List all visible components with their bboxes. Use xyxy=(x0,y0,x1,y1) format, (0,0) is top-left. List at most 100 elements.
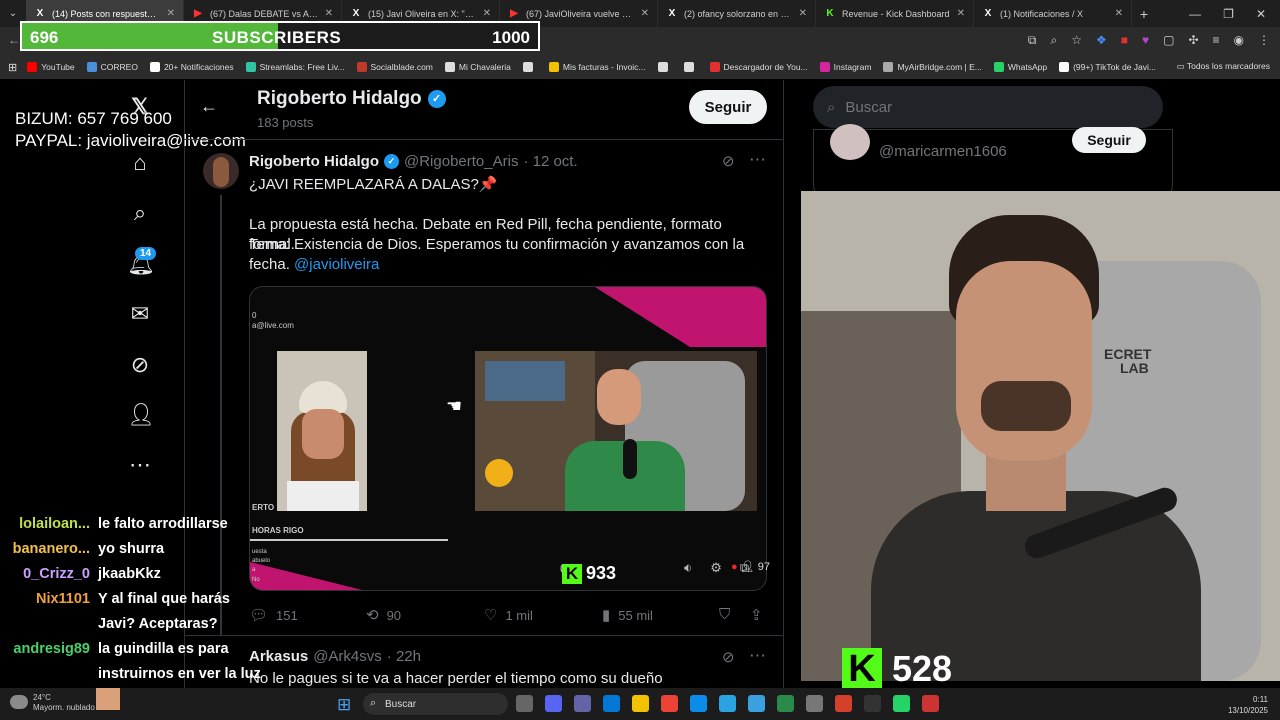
whatsapp-icon[interactable] xyxy=(893,695,910,712)
bookmark-item[interactable] xyxy=(683,62,698,72)
profile-person-icon[interactable]: 👤︎ xyxy=(127,402,155,428)
zoom-icon[interactable]: ⌕ xyxy=(1050,33,1057,48)
menu-icon[interactable]: ⋮ xyxy=(1258,33,1270,48)
like-button[interactable]: ♡ 1 mil xyxy=(484,606,533,624)
more-circle-icon[interactable]: ⋯ xyxy=(127,452,153,478)
grok-icon[interactable]: ⊘ xyxy=(722,648,735,666)
follow-button[interactable]: Seguir xyxy=(689,90,767,124)
ext-heart-icon[interactable]: ♥ xyxy=(1142,33,1149,48)
puzzle-icon[interactable]: ✣ xyxy=(1188,33,1198,48)
task-view-icon[interactable] xyxy=(516,695,533,712)
app-icon[interactable] xyxy=(835,695,852,712)
bookmark-item[interactable]: YouTube xyxy=(27,62,75,72)
maximize-icon[interactable]: ❐ xyxy=(1223,7,1234,21)
windows-start-icon[interactable]: ⊞ xyxy=(337,695,351,715)
volume-icon[interactable]: 🔉︎ xyxy=(684,560,692,576)
outlook-icon[interactable] xyxy=(603,695,620,712)
search-nav-icon[interactable]: ⌕ xyxy=(127,200,153,226)
discord-icon[interactable] xyxy=(545,695,562,712)
youtube-ext-icon[interactable]: ■ xyxy=(1121,33,1128,48)
repost-button[interactable]: ⟲ 90 xyxy=(366,606,401,624)
system-clock[interactable]: 0:11 13/10/2025 xyxy=(1228,694,1268,716)
browser-tab[interactable]: X (2) ofancy solorzano en X: "Gui ✕ xyxy=(658,0,816,27)
chat-username[interactable]: Nix1101 xyxy=(0,587,90,612)
weather-widget[interactable]: 24°C Mayorm. nublado xyxy=(33,693,95,713)
tab-close-icon[interactable]: ✕ xyxy=(325,8,333,19)
bookmark-item[interactable]: Mis facturas - Invoic... xyxy=(548,62,646,72)
all-bookmarks-folder[interactable]: ▭ Todos los marcadores xyxy=(1177,61,1270,72)
chat-username[interactable] xyxy=(0,662,90,687)
tab-close-icon[interactable]: ✕ xyxy=(641,8,649,19)
teams-icon[interactable] xyxy=(574,695,591,712)
bookmark-item[interactable]: Instagram xyxy=(819,62,871,72)
tab-close-icon[interactable]: ✕ xyxy=(483,8,491,19)
bookmark-item[interactable]: (99+) TikTok de Javi... xyxy=(1059,62,1156,72)
tweet-date[interactable]: · 12 oct. xyxy=(523,153,577,170)
browser-tab[interactable]: X (1) Notificaciones / X ✕ xyxy=(974,0,1132,27)
chat-username[interactable]: 0_Crizz_0 xyxy=(0,562,90,587)
reading-list-icon[interactable]: ≡ xyxy=(1213,33,1220,48)
tab-close-icon[interactable]: ✕ xyxy=(957,8,965,19)
home-icon[interactable]: ⌂ xyxy=(127,150,153,176)
back-arrow-button[interactable]: ← xyxy=(200,96,218,117)
suggested-user-avatar[interactable] xyxy=(830,124,870,160)
chat-username[interactable]: bananero... xyxy=(0,537,90,562)
bookmark-item[interactable] xyxy=(657,62,672,72)
suggested-user-handle[interactable]: @maricarmen1606 xyxy=(879,143,1007,160)
tab-close-icon[interactable]: ✕ xyxy=(167,8,175,19)
chrome-icon[interactable] xyxy=(661,695,678,712)
file-explorer-icon[interactable] xyxy=(632,695,649,712)
more-options-icon[interactable]: ⋯ xyxy=(749,646,766,666)
taskbar-search[interactable]: ⌕ Buscar xyxy=(363,693,508,715)
tweet-author-handle[interactable]: @Rigoberto_Aris xyxy=(404,153,518,170)
back-arrow-icon[interactable]: ← xyxy=(8,33,20,47)
bookmark-star-icon[interactable]: ☆ xyxy=(1071,33,1082,48)
tweet-author-name[interactable]: Rigoberto Hidalgo xyxy=(249,153,379,170)
bookmark-item[interactable]: Socialblade.com xyxy=(356,62,433,72)
chat-username[interactable]: lolailoan... xyxy=(0,512,90,537)
new-tab-button[interactable]: + xyxy=(1132,6,1156,22)
share-button[interactable]: ⇪ xyxy=(750,606,763,624)
app-icon[interactable] xyxy=(777,695,794,712)
bookmark-item[interactable] xyxy=(522,62,537,72)
chat-username[interactable] xyxy=(0,612,90,637)
edge-icon[interactable] xyxy=(690,695,707,712)
views-button[interactable]: ▮ 55 mil xyxy=(602,606,653,624)
browser-icon[interactable] xyxy=(748,695,765,712)
tweet-avatar[interactable] xyxy=(203,153,239,189)
ext-box-icon[interactable]: ▢ xyxy=(1163,33,1174,48)
settings-icon[interactable] xyxy=(806,695,823,712)
grok-icon[interactable]: ⊘ xyxy=(127,352,153,378)
reply-date[interactable]: · 22h xyxy=(387,648,421,665)
more-options-icon[interactable]: ⋯ xyxy=(749,150,766,170)
settings-gear-icon[interactable]: ⚙ xyxy=(710,560,722,576)
tab-close-icon[interactable]: ✕ xyxy=(799,8,807,19)
apps-grid-icon[interactable]: ⊞ xyxy=(8,61,17,74)
cast-icon[interactable]: ⧉ xyxy=(1028,33,1037,48)
tweet-video[interactable]: 0 a@live.com ERTO HORAS RIGO uesta abuel… xyxy=(249,286,767,591)
chat-username[interactable]: andresig89 xyxy=(0,637,90,662)
bookmark-item[interactable]: Descargador de You... xyxy=(709,62,808,72)
bookmark-item[interactable]: Mi Chavaleria xyxy=(444,62,511,72)
profile-avatar[interactable]: ◉ xyxy=(1234,33,1244,48)
video-progress-bar[interactable] xyxy=(250,539,448,541)
bookmark-button[interactable]: ⛉ xyxy=(719,606,730,623)
bookmark-item[interactable]: 20+ Notificaciones xyxy=(149,62,234,72)
extension-icon[interactable]: ❖ xyxy=(1096,33,1107,48)
browser-tab[interactable]: K Revenue - Kick Dashboard ✕ xyxy=(816,0,974,27)
close-window-icon[interactable]: ✕ xyxy=(1256,7,1266,21)
tab-list-chevron-icon[interactable]: ⌄ xyxy=(0,8,26,19)
bookmark-item[interactable]: CORREO xyxy=(86,62,138,72)
bookmark-item[interactable]: WhatsApp xyxy=(993,62,1047,72)
app-icon[interactable] xyxy=(922,695,939,712)
bookmark-item[interactable]: MyAirBridge.com | E... xyxy=(883,62,982,72)
grok-icon[interactable]: ⊘ xyxy=(722,152,735,170)
reply-author-handle[interactable]: @Ark4svs xyxy=(313,648,382,665)
app-icon[interactable] xyxy=(864,695,881,712)
minimize-icon[interactable]: — xyxy=(1189,7,1201,21)
tab-close-icon[interactable]: ✕ xyxy=(1115,8,1123,19)
bookmark-item[interactable]: Streamlabs: Free Liv... xyxy=(245,62,345,72)
search-input[interactable]: ⌕ Buscar xyxy=(813,86,1163,128)
messages-icon[interactable]: ✉ xyxy=(127,301,153,327)
suggested-follow-button[interactable]: Seguir xyxy=(1072,127,1146,153)
